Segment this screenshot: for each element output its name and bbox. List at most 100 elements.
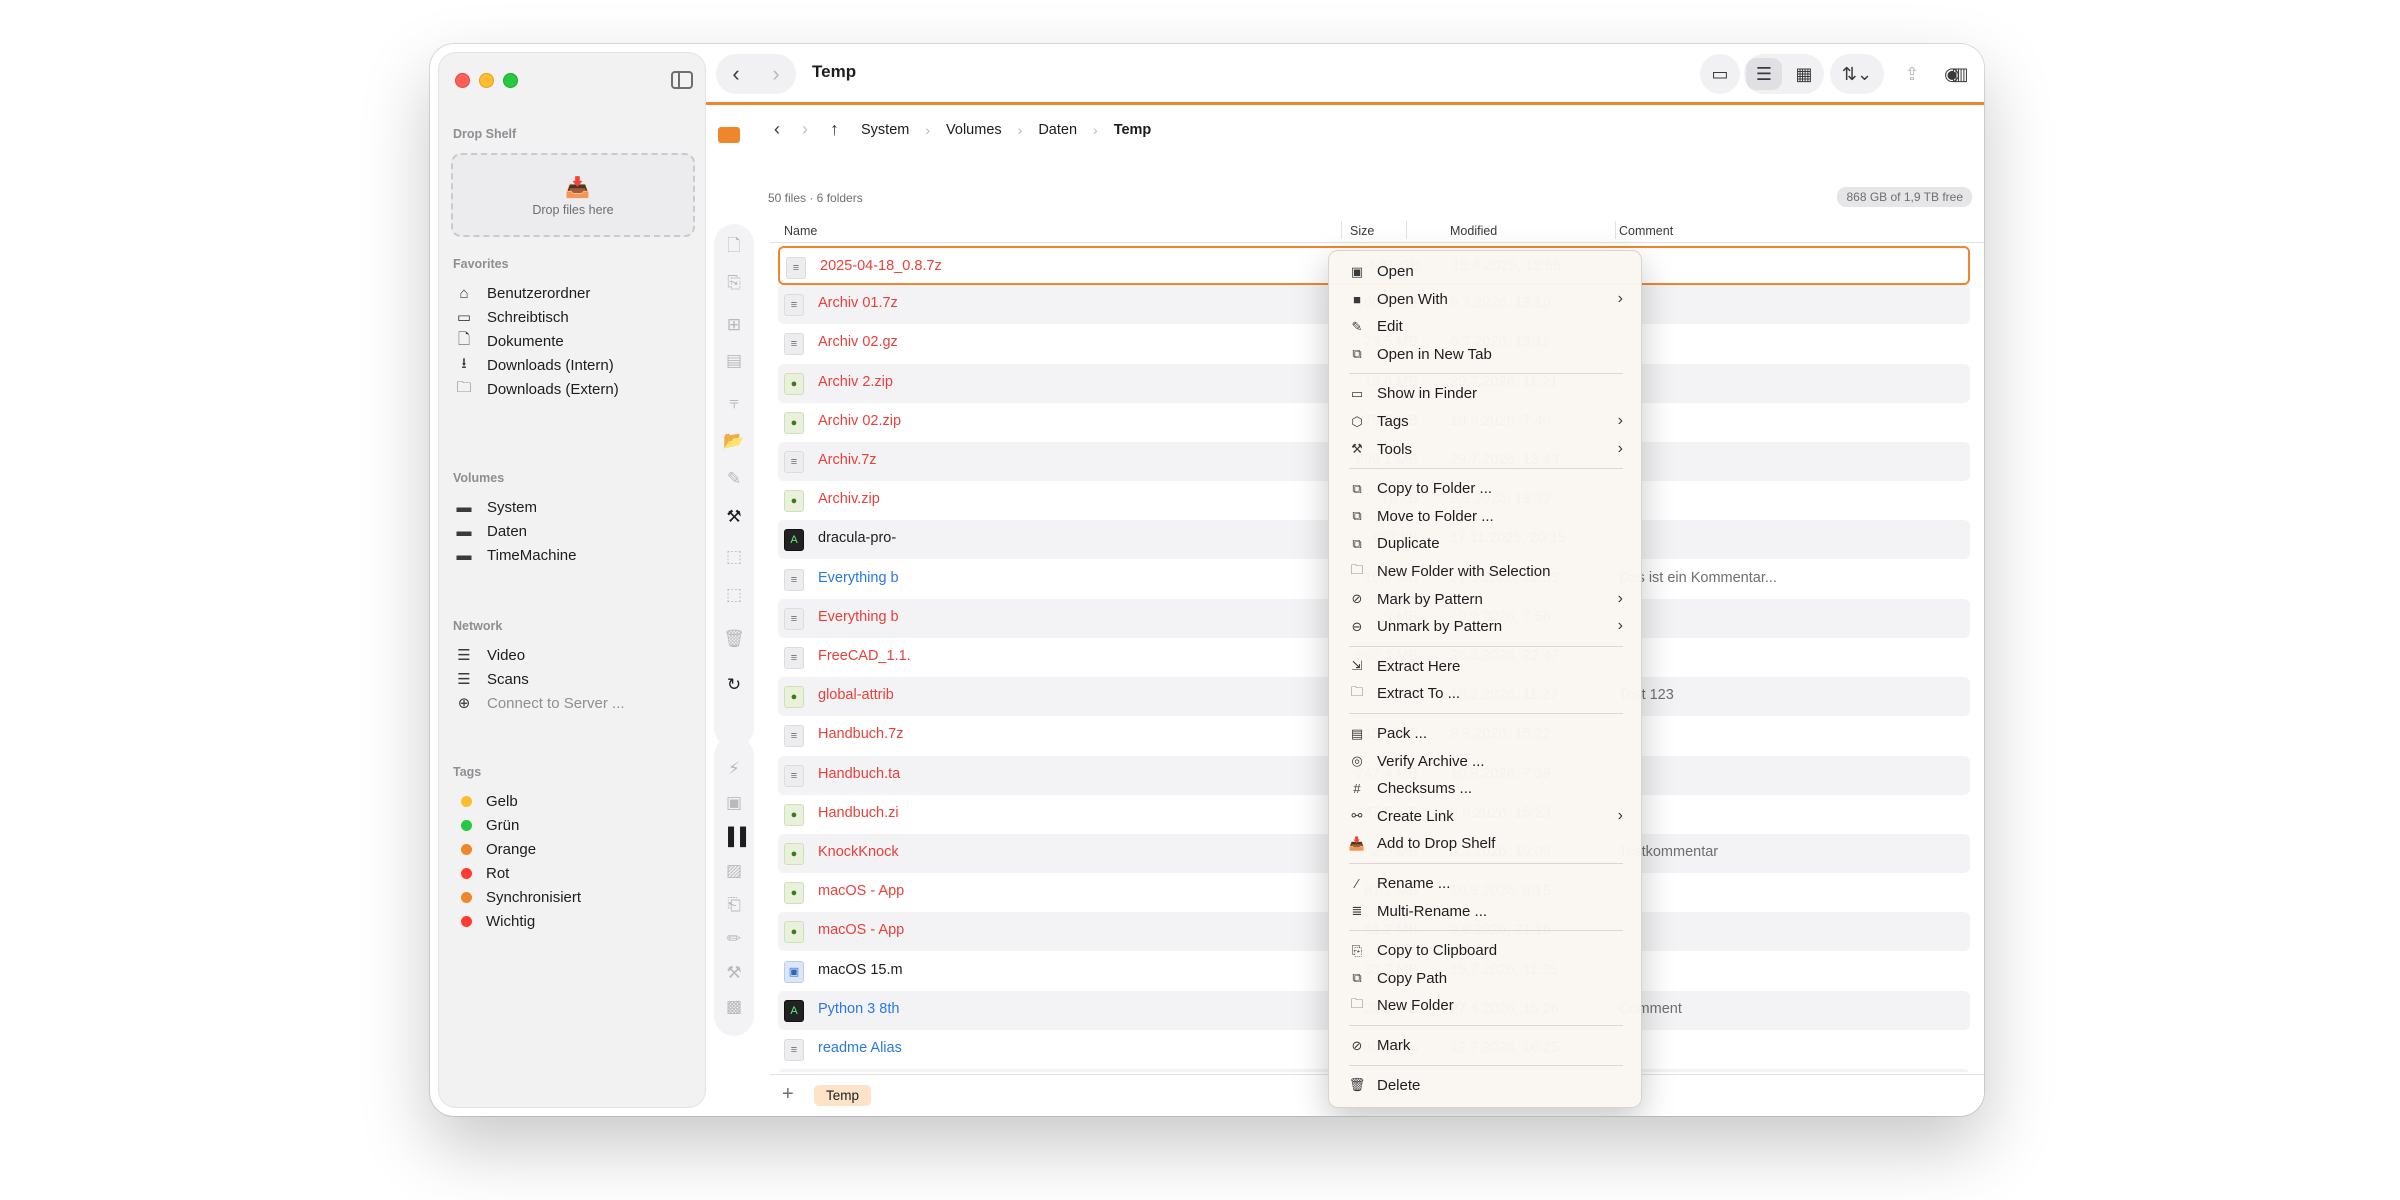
parent-folder-icon[interactable]: ↑: [830, 119, 839, 140]
single-pane-icon[interactable]: ▭: [1700, 54, 1740, 94]
menu-item-label: Unmark by Pattern: [1377, 618, 1503, 636]
col-size-header[interactable]: Size: [1350, 224, 1374, 238]
sidebar-toggle-icon[interactable]: [671, 71, 693, 89]
copy-file-icon[interactable]: ⎘: [714, 268, 754, 298]
menu-item-mark-by-pattern[interactable]: ⊘ Mark by Pattern ›: [1337, 586, 1635, 613]
app-window: Drop Shelf 📥 Drop files here Favorites ⌂…: [430, 44, 1984, 1116]
zoom-window-button[interactable]: [503, 73, 518, 88]
favorites-title: Favorites: [453, 257, 509, 271]
column-divider[interactable]: [1615, 221, 1616, 239]
menu-item-copy-to-folder[interactable]: ⧉ Copy to Folder ...: [1337, 475, 1635, 502]
menu-item-open-in-new-tab[interactable]: ⧉ Open in New Tab: [1337, 341, 1635, 368]
menu-item-duplicate[interactable]: ⧉ Duplicate: [1337, 530, 1635, 557]
menu-item-extract-here[interactable]: ⇲ Extract Here: [1337, 653, 1635, 680]
path-back-icon[interactable]: ‹: [774, 119, 780, 140]
list-view-icon[interactable]: ☰: [1746, 58, 1782, 90]
menu-item-label: Extract To ...: [1377, 685, 1461, 703]
menu-item-copy-path[interactable]: ⧉ Copy Path: [1337, 965, 1635, 992]
minimize-window-button[interactable]: [479, 73, 494, 88]
path-forward-icon[interactable]: ›: [802, 119, 808, 140]
inspector-toggle-icon[interactable]: ▥: [1940, 54, 1980, 94]
menu-separator: [1349, 713, 1623, 714]
menu-item-rename[interactable]: ∕ Rename ...: [1337, 870, 1635, 897]
menu-item-open[interactable]: ▣ Open: [1337, 258, 1635, 285]
favorites-item-label: Schreibtisch: [487, 308, 569, 326]
column-divider[interactable]: [1341, 221, 1342, 239]
menu-item-extract-to[interactable]: 🗀 Extract To ...: [1337, 680, 1635, 707]
network-item-connect-to-server[interactable]: ⊕ Connect to Server ...: [453, 689, 693, 717]
crumb-system[interactable]: System: [861, 122, 909, 138]
share-icon[interactable]: ⇪: [1892, 54, 1932, 94]
new-folder-icon: 🗀: [1350, 995, 1364, 1011]
crumb-volumes[interactable]: Volumes: [946, 122, 1002, 138]
trash-icon[interactable]: 🗑: [714, 624, 754, 654]
menu-item-label: Show in Finder: [1377, 385, 1478, 403]
tag-item-label: Gelb: [486, 792, 518, 810]
column-divider[interactable]: [1406, 221, 1407, 239]
file-icon: ≡: [784, 294, 804, 317]
menu-item-pack[interactable]: ▤ Pack ...: [1337, 720, 1635, 747]
quick-action-icon[interactable]: ⚡: [714, 754, 754, 784]
file-icon: ≡: [786, 257, 806, 279]
col-comment-header[interactable]: Comment: [1619, 224, 1673, 238]
compare-icon[interactable]: ⫧: [714, 388, 754, 418]
history-nav: ‹ ›: [716, 54, 796, 94]
edit-icon[interactable]: ✎: [714, 464, 754, 494]
tag-item-wichtig[interactable]: Wichtig: [453, 907, 693, 935]
folder-plus-icon: 🗀: [1350, 561, 1364, 577]
col-modified-header[interactable]: Modified: [1450, 224, 1497, 238]
menu-item-mark[interactable]: ⊘ Mark: [1337, 1032, 1635, 1059]
archive-file-icon: ●: [784, 490, 804, 513]
wrench-icon[interactable]: ⚒: [714, 958, 754, 988]
menu-item-tags[interactable]: ⬡ Tags ›: [1337, 408, 1635, 435]
network-item-label: Connect to Server ...: [487, 694, 625, 712]
menu-item-new-folder[interactable]: 🗀 New Folder: [1337, 992, 1635, 1019]
menu-item-create-link[interactable]: ⚯ Create Link ›: [1337, 803, 1635, 830]
menu-item-move-to-folder[interactable]: ⧉ Move to Folder ...: [1337, 503, 1635, 530]
forward-icon[interactable]: ›: [772, 61, 779, 87]
menu-item-show-in-finder[interactable]: ▭ Show in Finder: [1337, 380, 1635, 407]
deselect-icon[interactable]: ⬚: [714, 580, 754, 610]
col-name-header[interactable]: Name: [784, 224, 817, 238]
sort-icon[interactable]: ⇅⌄: [1830, 54, 1884, 94]
add-icon[interactable]: ⊞: [714, 310, 754, 340]
refresh-icon[interactable]: ↻: [714, 670, 754, 700]
terminal-icon[interactable]: ▣: [714, 788, 754, 818]
volumes-item-timemachine[interactable]: ▬ TimeMachine: [453, 541, 693, 569]
crumb-temp[interactable]: Temp: [1114, 122, 1152, 138]
disk-usage-icon[interactable]: ▐▐: [714, 822, 754, 852]
menu-item-open-with[interactable]: ■ Open With ›: [1337, 286, 1635, 313]
tab-temp[interactable]: Temp: [814, 1085, 872, 1106]
favorites-item-downloads-extern[interactable]: 🗀 Downloads (Extern): [453, 375, 693, 403]
pencil-icon[interactable]: ✏: [714, 924, 754, 954]
open-folder-icon[interactable]: 📂: [714, 426, 754, 456]
grid-view-icon[interactable]: ▦: [1784, 54, 1824, 94]
select-icon[interactable]: ⬚: [714, 542, 754, 572]
menu-item-checksums[interactable]: # Checksums ...: [1337, 775, 1635, 802]
menu-item-new-folder-with-selection[interactable]: 🗀 New Folder with Selection: [1337, 558, 1635, 585]
menu-item-multi-rename[interactable]: ≣ Multi-Rename ...: [1337, 898, 1635, 925]
minus-circle-icon: ⊖: [1351, 618, 1363, 634]
menu-item-tools[interactable]: ⚒ Tools ›: [1337, 436, 1635, 463]
new-file-icon[interactable]: 🗋: [714, 232, 754, 262]
menu-item-delete[interactable]: 🗑 Delete: [1337, 1072, 1635, 1099]
drive-icon: ▬: [456, 498, 472, 516]
back-icon[interactable]: ‹: [732, 61, 739, 87]
crumb-daten[interactable]: Daten: [1038, 122, 1077, 138]
tools-icon[interactable]: ⚒: [714, 502, 754, 532]
info-icon[interactable]: ▨: [714, 856, 754, 886]
drop-shelf-area[interactable]: 📥 Drop files here: [451, 153, 695, 237]
menu-item-verify-archive[interactable]: ◎ Verify Archive ...: [1337, 748, 1635, 775]
menu-item-add-to-drop-shelf[interactable]: 📥 Add to Drop Shelf: [1337, 830, 1635, 857]
archive-icon[interactable]: ▤: [714, 346, 754, 376]
menu-item-copy-to-clipboard[interactable]: ⎘ Copy to Clipboard: [1337, 937, 1635, 964]
close-window-button[interactable]: [455, 73, 470, 88]
image-icon[interactable]: ▩: [714, 992, 754, 1022]
clipboard-icon[interactable]: ⎗: [714, 890, 754, 920]
window-controls: [455, 73, 518, 88]
menu-item-edit[interactable]: ✎ Edit: [1337, 313, 1635, 340]
menu-separator: [1349, 468, 1623, 470]
menu-item-unmark-by-pattern[interactable]: ⊖ Unmark by Pattern ›: [1337, 613, 1635, 640]
server-icon: ☰: [457, 647, 471, 664]
add-tab-icon[interactable]: +: [782, 1083, 794, 1106]
